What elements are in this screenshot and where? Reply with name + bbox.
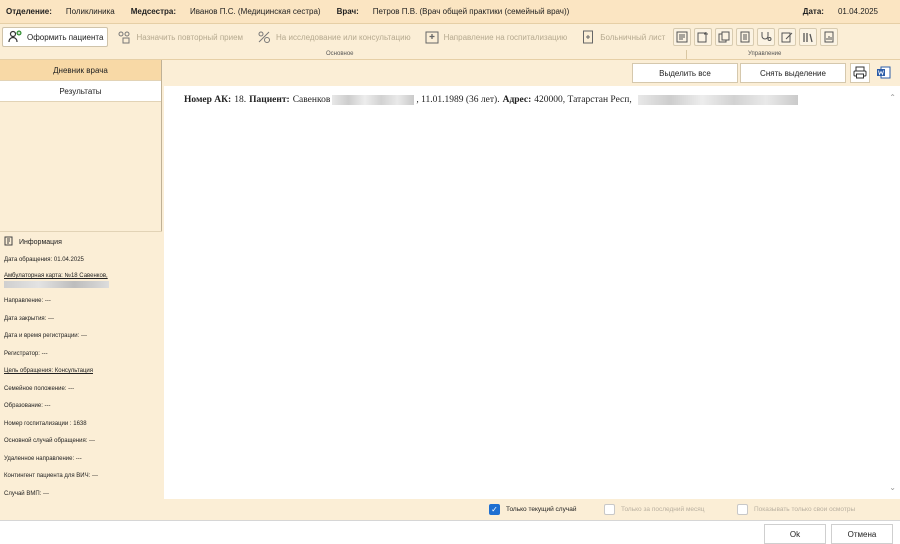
sick-leave-button[interactable]: Больничный лист [575,27,670,47]
sidebar: Дневник врача Результаты Информация Дата… [0,60,162,520]
hospital-icon [424,29,440,45]
patient-label: Пациент: [249,95,290,105]
address-value: 420000, Татарстан Респ, [534,95,632,105]
print-button[interactable] [850,63,870,83]
ak-label: Номер АК: [184,95,232,105]
select-all-button[interactable]: Выделить все [632,63,738,83]
deselect-button[interactable]: Снять выделение [740,63,846,83]
word-icon [877,66,891,81]
filter-bar: ✓ Только текущий случай Только за послед… [164,499,900,520]
info-icon [4,236,14,248]
info-main-case: Основной случай обращения: --- [4,438,96,445]
last-month-label: Только за последний месяц [621,506,705,513]
info-remote-referral: Удаленное направление: --- [4,455,82,462]
dialog-footer: Ok Отмена [0,520,900,544]
info-panel: Информация Дата обращения: 01.04.2025 Ам… [0,231,162,520]
stethoscope-icon[interactable] [757,28,776,46]
info-purpose[interactable]: Цель обращения: Консультация [4,363,158,381]
sick-leave-icon [580,29,596,45]
add-document-icon[interactable] [694,28,713,46]
nurse-label: Медсестра: [130,7,177,16]
library-icon[interactable] [799,28,818,46]
hosp-referral-label: Направление на госпитализацию [443,32,568,42]
ok-button[interactable]: Ok [764,524,826,544]
redacted-text [637,95,798,105]
date-label: Дата: [802,7,824,16]
checkbox-empty-icon [737,504,748,515]
exam-referral-label: На исследование или консультацию [276,32,411,42]
info-header: Информация [4,236,158,248]
info-hiv-contingent: Контингент пациента для ВИЧ: --- [4,473,98,480]
own-exams-label: Показывать только свои осмотры [754,506,856,513]
patient-birth: , 11.01.1989 (36 лет). [416,95,500,105]
address-label: Адрес: [502,95,532,105]
nurse-value: Иванов П.С. (Медицинская сестра) [190,7,321,16]
redacted-text [4,281,109,288]
info-marital-status: Семейное положение: --- [4,385,75,392]
checkbox-empty-icon [604,504,615,515]
department-label: Отделение: [6,7,52,16]
checkmark-icon: ✓ [489,504,500,515]
exam-referral-button[interactable]: На исследование или консультацию [251,27,416,47]
scroll-up-icon[interactable]: ⌃ [889,93,896,102]
ak-value: 18. [234,95,247,105]
edit-record-icon[interactable] [778,28,797,46]
protocol-icon[interactable] [673,28,692,46]
patient-name: Савенков [292,95,331,105]
info-education: Образование: --- [4,403,51,410]
register-patient-button[interactable]: Оформить пациента [2,27,109,47]
info-vmp-case: Случай ВМП: --- [4,490,49,497]
hosp-referral-button[interactable]: Направление на госпитализацию [419,27,573,47]
info-close-date: Дата закрытия: --- [4,315,54,322]
export-word-button[interactable] [874,63,894,83]
info-referral: Направление: --- [4,298,51,305]
copy-document-icon[interactable] [715,28,734,46]
info-registration-time: Дата и время регистрации: --- [4,333,87,340]
report-icon[interactable] [820,28,839,46]
repeat-visit-button[interactable]: Назначить повторный прием [111,27,248,47]
info-title: Информация [19,238,62,246]
only-current-case-checkbox[interactable]: ✓ Только текущий случай [489,504,576,515]
toolbar: Оформить пациента Назначить повторный пр… [0,24,900,60]
exam-referral-icon [256,29,272,45]
repeat-visit-label: Назначить повторный прием [136,32,244,42]
doctor-value: Петров П.В. (Врач общей практики (семейн… [372,7,570,16]
own-exams-checkbox[interactable]: Показывать только свои осмотры [737,504,855,515]
document-list-icon[interactable] [736,28,755,46]
department-value: Поликлиника [65,7,115,16]
main-toolbar: Выделить все Снять выделение [164,60,900,86]
info-ambulatory-card[interactable]: Амбулаторная карта: №18 Савенков, [4,269,158,293]
group-main-label: Основное [326,51,354,57]
redacted-text [332,95,415,105]
info-registrar: Регистратор: --- [4,350,48,357]
header-bar: Отделение: Поликлиника Медсестра: Иванов… [0,0,900,24]
record-header-line: Номер АК: 18. Пациент: Савенков , 11.01.… [184,95,800,105]
info-visit-date: Дата обращения: 01.04.2025 [4,256,84,263]
group-manage-label: Управление [748,51,782,57]
main-panel: Выделить все Снять выделение Номер АК: 1… [164,60,900,520]
tab-doctor-diary[interactable]: Дневник врача [0,60,161,81]
last-month-checkbox[interactable]: Только за последний месяц [604,504,705,515]
repeat-visit-icon [116,29,132,45]
date-value: 01.04.2025 [837,7,878,16]
group-divider [686,50,687,59]
info-hospitalization-number: Номер госпитализации : 1638 [4,420,87,427]
register-patient-label: Оформить пациента [27,32,104,42]
cancel-button[interactable]: Отмена [831,524,893,544]
tab-results[interactable]: Результаты [0,81,161,102]
purpose-link[interactable]: Цель обращения: Консультация [4,368,93,374]
ambulatory-card-link[interactable]: Амбулаторная карта: №18 Савенков, [4,273,108,279]
scroll-down-icon[interactable]: ⌄ [889,483,896,492]
only-current-case-label: Только текущий случай [506,506,577,513]
add-patient-icon [7,29,23,45]
printer-icon [853,66,867,81]
sick-leave-label: Больничный лист [600,32,666,42]
doctor-label: Врач: [336,7,359,16]
